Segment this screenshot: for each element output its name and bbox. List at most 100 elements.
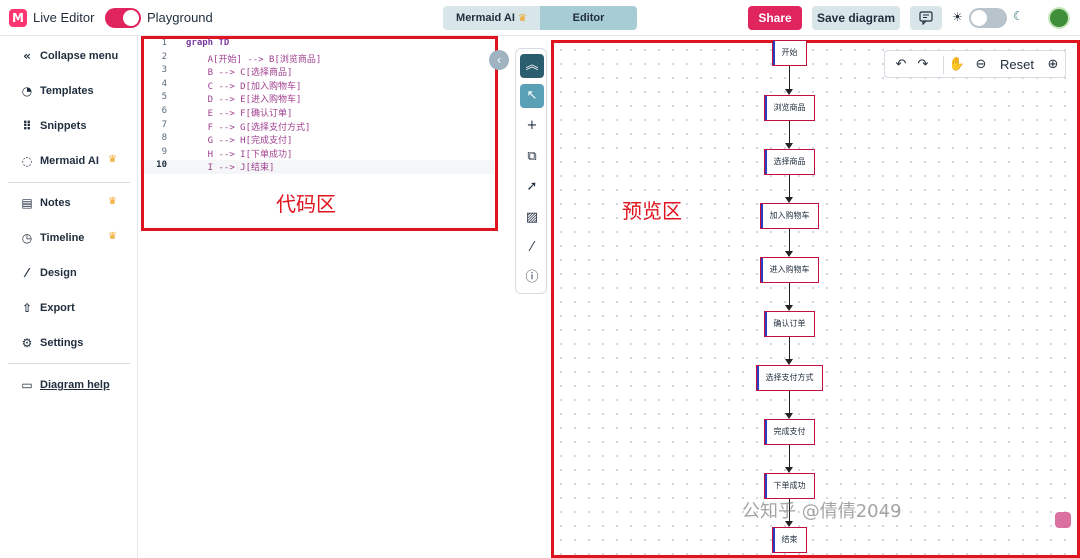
feedback-button[interactable] (910, 6, 942, 30)
zoom-out-icon: ⊖ (975, 57, 987, 72)
sidebar-item-label: Export (40, 302, 75, 314)
zoom-in-icon: ⊕ (1047, 57, 1059, 72)
launch-button[interactable]: ➚ (520, 175, 544, 199)
flow-node[interactable]: 下单成功 (764, 473, 815, 499)
image-icon: ▨ (525, 210, 539, 225)
plus-icon: + (526, 118, 538, 133)
flow-edge (789, 175, 790, 198)
flow-edge (789, 121, 790, 144)
rocket-icon: ➚ (526, 179, 538, 194)
top-bar: M Live Editor Playground Mermaid AI ♛ Ed… (0, 0, 1080, 36)
sidebar-item-label: Diagram help (40, 379, 110, 391)
flow-node[interactable]: 进入购物车 (760, 257, 819, 283)
sidebar-item-notes[interactable]: ▤ Notes ♛ (0, 192, 138, 216)
crown-icon: ♛ (108, 196, 117, 207)
crown-icon: ♛ (108, 154, 117, 165)
view-switcher: Mermaid AI ♛ Editor (443, 6, 637, 30)
flow-edge (789, 337, 790, 360)
sidebar-item-settings[interactable]: ⚙ Settings (0, 332, 138, 356)
sidebar-item-label: Templates (40, 85, 94, 97)
flow-edge (789, 229, 790, 252)
reset-zoom-button[interactable]: Reset (995, 55, 1039, 75)
flow-node[interactable]: 结束 (772, 527, 807, 553)
book-icon: ▭ (21, 378, 33, 392)
sidebar-item-collapse-menu[interactable]: « Collapse menu (0, 45, 138, 69)
sidebar-item-export[interactable]: ⇧ Export (0, 297, 138, 321)
style-button[interactable]: ⁄ (520, 236, 544, 260)
moon-icon: ☾ (1013, 9, 1024, 23)
share-button[interactable]: Share (748, 6, 802, 30)
sidebar-item-snippets[interactable]: ⠿ Snippets (0, 115, 138, 139)
redo-icon: ↷ (917, 57, 929, 72)
zoom-in-button[interactable]: ⊕ (1043, 55, 1063, 75)
gear-icon: ⚙ (21, 336, 33, 350)
select-tool-button[interactable]: ↖ (520, 84, 544, 108)
notes-icon: ▤ (21, 196, 33, 210)
collapse-editor-button[interactable]: ‹ (489, 50, 509, 70)
cursor-icon: ↖ (526, 88, 538, 103)
theme-toggle[interactable] (969, 8, 1007, 28)
crown-icon: ♛ (108, 231, 117, 242)
avatar[interactable] (1048, 7, 1070, 29)
tab-editor[interactable]: Editor (540, 6, 637, 30)
snippets-icon: ⠿ (22, 119, 32, 133)
redo-button[interactable]: ↷ (913, 55, 933, 75)
sidebar-item-design[interactable]: ⁄ Design (0, 262, 138, 286)
brush-icon: ⁄ (25, 266, 28, 280)
sidebar-item-label: Mermaid AI (40, 155, 99, 167)
zoom-controls: ↶ ↷ ✋ ⊖ Reset ⊕ (884, 50, 1066, 78)
flow-node[interactable]: 加入购物车 (760, 203, 819, 229)
info-icon: ⓘ (525, 270, 539, 285)
sidebar-item-label: Timeline (40, 232, 85, 244)
flow-node[interactable]: 确认订单 (764, 311, 815, 337)
sidebar-item-label: Snippets (40, 120, 87, 132)
zoom-divider (943, 56, 944, 74)
flow-node[interactable]: 开始 (772, 40, 807, 66)
sidebar-item-timeline[interactable]: ◷ Timeline ♛ (0, 227, 138, 251)
undo-icon: ↶ (895, 57, 907, 72)
brain-icon (1055, 512, 1071, 528)
hand-icon: ✋ (948, 57, 966, 72)
clock-icon: ◷ (21, 231, 33, 245)
flow-node[interactable]: 浏览商品 (764, 95, 815, 121)
playground-label: Playground (147, 10, 213, 25)
sidebar-item-label: Design (40, 267, 77, 279)
crown-icon: ♛ (517, 13, 527, 24)
image-button[interactable]: ▨ (520, 206, 544, 230)
tab-mermaid-ai[interactable]: Mermaid AI ♛ (443, 6, 540, 30)
pan-button[interactable]: ✋ (947, 55, 967, 75)
flow-node[interactable]: 选择商品 (764, 149, 815, 175)
double-chevron-up-icon: ︽ (525, 58, 539, 73)
diagram-preview[interactable] (551, 40, 1080, 558)
toggle-knob (123, 10, 139, 26)
flow-edge (789, 445, 790, 468)
sidebar-item-mermaid-ai[interactable]: ◌ Mermaid AI ♛ (0, 150, 138, 174)
comment-icon (919, 11, 933, 25)
save-diagram-button[interactable]: Save diagram (812, 6, 900, 30)
watermark: 公知乎 @倩倩2049 (742, 501, 902, 522)
sidebar-item-label: Collapse menu (40, 50, 119, 62)
flow-edge (789, 391, 790, 414)
preview-area-annotation: 预览区 (622, 199, 682, 223)
app-title: Live Editor (33, 10, 95, 25)
flow-node[interactable]: 选择支付方式 (756, 365, 823, 391)
double-chevron-left-icon: « (23, 49, 31, 63)
chat-icon: ◌ (21, 154, 33, 168)
export-icon: ⇧ (21, 301, 33, 315)
collapse-toolbar-button[interactable]: ︽ (520, 54, 544, 78)
undo-button[interactable]: ↶ (891, 55, 911, 75)
zoom-out-button[interactable]: ⊖ (971, 55, 991, 75)
tab-mermaid-ai-label: Mermaid AI (456, 12, 515, 24)
add-shape-button[interactable]: ⧉ (520, 145, 544, 169)
canvas-toolbar: ︽ ↖ + ⧉ ➚ ▨ ⁄ ⓘ (515, 48, 547, 294)
playground-toggle[interactable] (105, 8, 141, 28)
tab-editor-label: Editor (572, 12, 605, 24)
add-button[interactable]: + (520, 114, 544, 138)
sidebar-divider (8, 182, 130, 183)
info-button[interactable]: ⓘ (520, 266, 544, 290)
chevron-left-icon: ‹ (496, 53, 502, 67)
sidebar-item-diagram-help[interactable]: ▭ Diagram help (0, 374, 138, 398)
sidebar-item-templates[interactable]: ◔ Templates (0, 80, 138, 104)
flow-node[interactable]: 完成支付 (764, 419, 815, 445)
mermaid-logo-icon[interactable]: M (9, 9, 27, 27)
